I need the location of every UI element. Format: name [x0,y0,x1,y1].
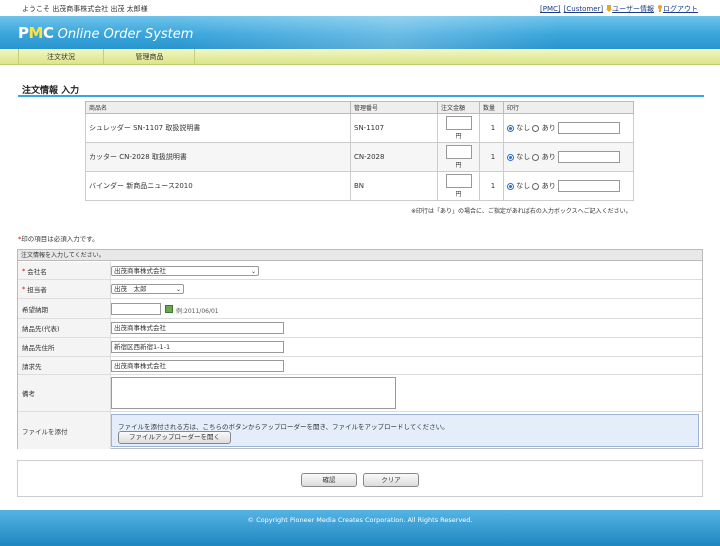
ship-to-rep-label: 納品先(代表) [18,319,111,337]
print-none-radio[interactable] [507,153,514,161]
chevron-down-icon: ⌄ [250,268,256,275]
user-info-link[interactable]: ユーザー情報 [612,5,654,13]
logo-pmc: PMC [18,24,54,42]
action-area: 確認 クリア [17,460,703,497]
nav-item-managed-products[interactable]: 管理商品 [105,49,195,65]
form-row-attach: ファイルを添付 ファイルを添付される方は、こちらのボタンからアップローダーを開き… [18,412,702,449]
print-text-input[interactable] [557,122,620,134]
bill-to-input[interactable]: 出茂商事株式会社 [111,360,284,372]
print-yes-radio[interactable] [532,124,540,132]
welcome-message: ようこそ 出茂商事株式会社 出茂 太郎様 [22,5,148,13]
site-footer: © Copyright Pioneer Media Creates Corpor… [0,510,720,546]
item-qty: 1 [479,171,504,201]
chevron-down-icon: ⌄ [175,286,181,293]
yen-unit: 円 [455,191,462,198]
print-none-label: なし [516,153,531,161]
remarks-textarea[interactable] [111,377,396,409]
logo-system-name: Online Order System [53,27,194,42]
logout-link[interactable]: ログアウト [663,5,698,13]
item-code: BN [350,171,438,201]
item-name: シュレッダー SN-1107 取扱説明書 [85,113,351,143]
header-decoration [180,16,720,49]
yen-unit: 円 [455,162,462,169]
customer-link[interactable]: [Customer] [564,5,603,13]
price-input[interactable] [445,145,472,159]
person-label: * 担当者 [18,280,111,298]
column-header-qty: 数量 [479,101,504,114]
price-input[interactable] [445,174,472,188]
order-form: 注文情報を入力してください。 * 会社名 出茂商事株式会社 ⌄ * 担当者 出茂 太郎… [17,249,703,449]
title-divider [18,95,704,97]
yen-unit: 円 [455,133,462,140]
confirm-button[interactable]: 確認 [301,473,357,487]
remarks-label: 備考 [18,375,111,411]
person-select[interactable]: 出茂 太郎 ⌄ [111,284,184,294]
site-logo[interactable]: PMC Online Order System [18,24,193,42]
print-none-radio[interactable] [507,124,514,132]
print-yes-label: あり [541,124,556,132]
column-header-print: 印行 [503,101,634,114]
print-yes-label: あり [541,182,556,190]
open-uploader-button[interactable]: ファイルアップローダーを開く [118,431,231,444]
table-row: シュレッダー SN-1107 取扱説明書 SN-1107 円 1 なし あり [85,113,634,143]
form-row-person: * 担当者 出茂 太郎 ⌄ [18,280,702,299]
column-header-name: 商品名 [85,101,351,114]
item-name: バインダー 新商品ニュース2010 [85,171,351,201]
ship-to-address-input[interactable]: 新宿区西新宿1-1-1 [111,341,284,353]
attach-description: ファイルを添付される方は、こちらのボタンからアップローダーを開き、ファイルをアッ… [118,423,449,431]
attach-label: ファイルを添付 [18,412,111,449]
top-links: [PMC] [Customer] ユーザー情報 ログアウト [540,4,698,14]
print-text-input[interactable] [557,180,620,192]
order-items-table: 商品名 管理番号 注文金額 数量 印行 シュレッダー SN-1107 取扱説明書… [85,101,634,201]
print-none-radio[interactable] [507,182,514,190]
calendar-icon[interactable] [165,305,173,313]
pmc-link[interactable]: [PMC] [540,5,561,13]
print-yes-label: あり [541,153,556,161]
item-code: SN-1107 [350,113,438,143]
print-text-input[interactable] [557,151,620,163]
table-row: カッター CN-2028 取扱説明書 CN-2028 円 1 なし あり [85,142,634,172]
print-yes-radio[interactable] [532,182,540,190]
print-none-label: なし [516,124,531,132]
attach-panel: ファイルを添付される方は、こちらのボタンからアップローダーを開き、ファイルをアッ… [111,414,699,447]
form-row-company: * 会社名 出茂商事株式会社 ⌄ [18,262,702,280]
company-select[interactable]: 出茂商事株式会社 ⌄ [111,266,259,276]
item-code: CN-2028 [350,142,438,172]
print-note: ※印行は「あり」の場合に、ご指定があれば右の入力ボックスへご記入ください。 [411,208,632,215]
date-example: 例:2011/06/01 [176,308,219,315]
form-row-ship-to-rep: 納品先(代表) 出茂商事株式会社 [18,319,702,338]
item-qty: 1 [479,142,504,172]
ship-to-rep-input[interactable]: 出茂商事株式会社 [111,322,284,334]
item-qty: 1 [479,113,504,143]
column-header-price: 注文金額 [437,101,480,114]
price-input[interactable] [445,116,472,130]
ship-to-address-label: 納品先住所 [18,338,111,356]
print-none-label: なし [516,182,531,190]
required-note: *印の項目は必須入力です。 [18,235,99,243]
main-nav: 注文状況 管理商品 [0,49,720,65]
form-row-bill-to: 請求先 出茂商事株式会社 [18,357,702,375]
clear-button[interactable]: クリア [363,473,419,487]
nav-item-order-status[interactable]: 注文状況 [18,49,104,65]
copyright-text: © Copyright Pioneer Media Creates Corpor… [247,516,473,524]
item-name: カッター CN-2028 取扱説明書 [85,142,351,172]
company-label: * 会社名 [18,262,111,279]
top-bar: ようこそ 出茂商事株式会社 出茂 太郎様 [PMC] [Customer] ユーザー… [0,0,720,16]
site-header: PMC Online Order System [0,16,720,49]
form-heading: 注文情報を入力してください。 [18,250,702,261]
form-row-delivery-date: 希望納期 例:2011/06/01 [18,299,702,319]
form-row-remarks: 備考 [18,375,702,412]
table-row: バインダー 新商品ニュース2010 BN 円 1 なし あり [85,171,634,201]
bill-to-label: 請求先 [18,357,111,374]
delivery-date-input[interactable] [111,303,161,315]
delivery-date-label: 希望納期 [18,299,111,318]
form-row-ship-to-address: 納品先住所 新宿区西新宿1-1-1 [18,338,702,357]
column-header-code: 管理番号 [350,101,438,114]
print-yes-radio[interactable] [532,153,540,161]
